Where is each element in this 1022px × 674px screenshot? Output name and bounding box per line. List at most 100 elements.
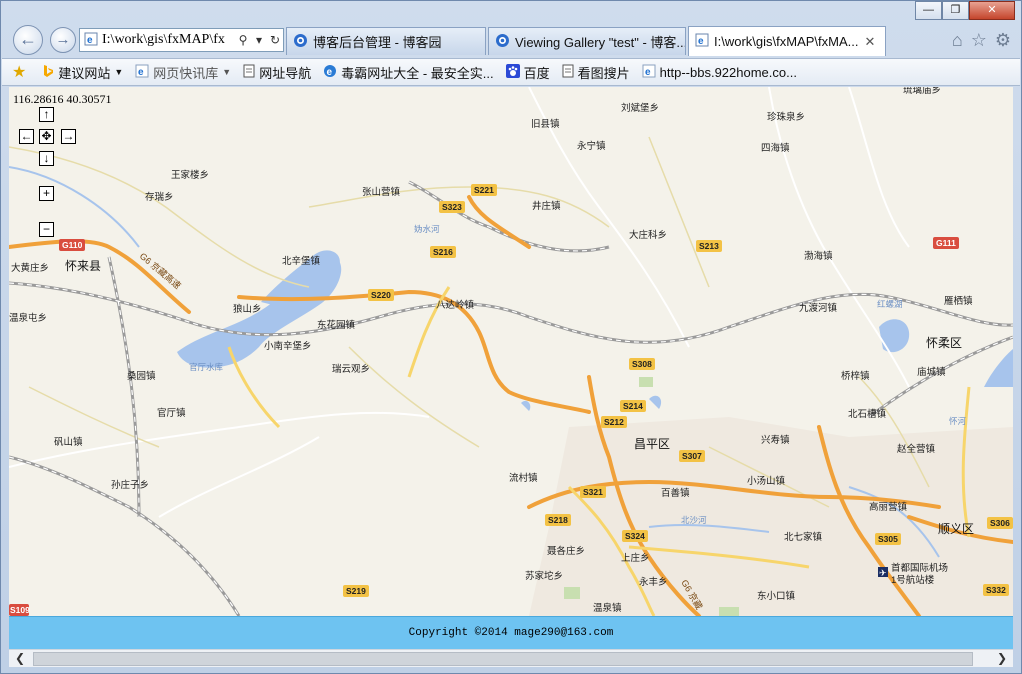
close-button[interactable]: ✕ <box>969 1 1015 20</box>
svg-text:庙城镇: 庙城镇 <box>917 366 946 378</box>
tab-label: I:\work\gis\fxMAP\fxMA... <box>714 34 859 49</box>
home-icon[interactable]: ⌂ <box>952 30 963 51</box>
search-icon[interactable]: ⚲ <box>235 33 251 47</box>
fav-url-nav[interactable]: 网址导航 <box>243 63 311 82</box>
svg-text:e: e <box>645 67 651 78</box>
fav-suggested-sites[interactable]: 建议网站 ▼ <box>42 63 123 82</box>
svg-text:东花园镇: 东花园镇 <box>317 319 356 331</box>
pan-left-button[interactable]: ← <box>19 129 34 144</box>
address-input[interactable]: I:\work\gis\fxMAP\fx <box>102 32 235 48</box>
svg-text:昌平区: 昌平区 <box>634 437 670 451</box>
ie-icon: e <box>323 64 337 81</box>
svg-text:桥梓镇: 桥梓镇 <box>841 370 870 382</box>
svg-text:e: e <box>698 36 704 47</box>
svg-text:G111: G111 <box>936 238 956 248</box>
horizontal-scrollbar[interactable]: ❮ ❯ <box>9 649 1013 667</box>
back-button[interactable]: ← <box>13 25 43 55</box>
fav-922home[interactable]: e http--bbs.922home.co... <box>642 64 797 81</box>
svg-text:S321: S321 <box>583 487 603 497</box>
address-bar[interactable]: e I:\work\gis\fxMAP\fx ⚲ ▾ ↻ <box>79 28 284 52</box>
svg-text:兴寿镇: 兴寿镇 <box>761 434 790 446</box>
svg-text:S213: S213 <box>699 241 719 251</box>
fav-duba-nav[interactable]: e 毒霸网址大全 - 最安全实... <box>323 63 494 82</box>
svg-text:东小口镇: 东小口镇 <box>757 590 796 602</box>
window-caption-buttons: — ❐ ✕ <box>915 1 1015 20</box>
svg-text:S332: S332 <box>986 585 1006 595</box>
svg-text:琉璃庙乡: 琉璃庙乡 <box>903 87 941 96</box>
tab-label: Viewing Gallery "test" - 博客... <box>515 35 686 50</box>
page-icon <box>243 64 255 81</box>
coordinate-readout: 116.28616 40.30571 <box>13 92 112 106</box>
navigation-bar: ← → e I:\work\gis\fxMAP\fx ⚲ ▾ ↻ 博客后台管理 … <box>1 23 1021 57</box>
chevron-down-icon[interactable]: ▼ <box>222 67 231 77</box>
pan-down-button[interactable]: ↓ <box>39 151 54 166</box>
favorites-bar: ★ 建议网站 ▼ e 网页快讯库 ▼ 网址导航 e 毒霸网址大全 - 最安全实.… <box>2 58 1020 86</box>
ie-page-icon: e <box>695 33 709 50</box>
fav-label: 百度 <box>523 65 550 81</box>
svg-text:G110: G110 <box>62 240 83 250</box>
svg-text:妫水河: 妫水河 <box>414 224 440 234</box>
svg-text:e: e <box>327 67 333 78</box>
tab-close-icon[interactable]: ✕ <box>864 34 875 50</box>
fav-label: 网址导航 <box>259 65 312 81</box>
svg-text:S214: S214 <box>623 401 643 411</box>
pan-center-button[interactable]: ✥ <box>39 129 54 144</box>
svg-text:赵全营镇: 赵全营镇 <box>897 443 936 455</box>
svg-text:顺义区: 顺义区 <box>938 522 974 536</box>
ie-icon: e <box>642 64 656 81</box>
forward-button[interactable]: → <box>50 27 76 53</box>
svg-text:狼山乡: 狼山乡 <box>233 303 262 315</box>
map-canvas[interactable]: 刘斌堡乡 琉璃庙乡 旧县镇 珍珠泉乡 永宁镇 四海镇 王家楼乡 张山营镇 存瑞乡… <box>9 87 1013 618</box>
svg-text:首都国际机场: 首都国际机场 <box>891 562 948 574</box>
fav-image-search[interactable]: 看图搜片 <box>562 63 630 82</box>
svg-text:矾山镇: 矾山镇 <box>54 436 83 448</box>
map-tiles: 刘斌堡乡 琉璃庙乡 旧县镇 珍珠泉乡 永宁镇 四海镇 王家楼乡 张山营镇 存瑞乡… <box>9 87 1013 618</box>
svg-text:聂各庄乡: 聂各庄乡 <box>547 545 585 557</box>
svg-text:北沙河: 北沙河 <box>681 515 707 525</box>
favorites-icon[interactable]: ☆ <box>971 30 987 51</box>
svg-text:S221: S221 <box>474 185 494 195</box>
svg-text:张山营镇: 张山营镇 <box>362 186 401 198</box>
tab-fxmap[interactable]: e I:\work\gis\fxMAP\fxMA... ✕ <box>688 26 886 56</box>
address-dropdown-icon[interactable]: ▾ <box>251 33 267 47</box>
svg-text:S212: S212 <box>604 417 624 427</box>
svg-text:存瑞乡: 存瑞乡 <box>145 191 174 203</box>
svg-text:大黄庄乡: 大黄庄乡 <box>11 262 49 274</box>
fav-web-slice-gallery[interactable]: e 网页快讯库 ▼ <box>135 63 231 82</box>
svg-text:孙庄子乡: 孙庄子乡 <box>111 479 149 491</box>
zoom-out-button[interactable]: − <box>39 222 54 237</box>
scroll-left-arrow[interactable]: ❮ <box>11 650 29 668</box>
minimize-button[interactable]: — <box>915 1 942 20</box>
svg-text:北辛堡镇: 北辛堡镇 <box>282 255 321 267</box>
svg-text:高丽营镇: 高丽营镇 <box>869 501 908 513</box>
page-footer: Copyright ©2014 mage290@163.com <box>9 616 1013 649</box>
restore-button[interactable]: ❐ <box>942 1 969 20</box>
ie-page-icon: e <box>84 32 98 49</box>
svg-text:刘斌堡乡: 刘斌堡乡 <box>621 102 659 114</box>
pan-right-button[interactable]: → <box>61 129 76 144</box>
refresh-icon[interactable]: ↻ <box>267 33 283 47</box>
svg-text:怀柔区: 怀柔区 <box>926 336 962 350</box>
scroll-right-arrow[interactable]: ❯ <box>993 650 1011 668</box>
pan-up-button[interactable]: ↑ <box>39 107 54 122</box>
svg-text:红螺湖: 红螺湖 <box>877 299 903 309</box>
tab-label: 博客后台管理 - 博客园 <box>313 35 442 50</box>
favorites-star-icon[interactable]: ★ <box>12 62 30 82</box>
tab-blog-admin[interactable]: 博客后台管理 - 博客园 <box>286 27 486 55</box>
page-icon <box>562 64 574 81</box>
settings-icon[interactable]: ⚙ <box>995 30 1011 51</box>
svg-text:S306: S306 <box>990 518 1010 528</box>
svg-text:永宁镇: 永宁镇 <box>577 140 606 152</box>
svg-text:官厅镇: 官厅镇 <box>157 407 186 419</box>
chevron-down-icon[interactable]: ▼ <box>114 67 123 77</box>
scrollbar-thumb[interactable] <box>33 652 973 666</box>
fav-baidu[interactable]: 百度 <box>505 63 550 82</box>
ie-page-icon: e <box>135 64 149 81</box>
baidu-paw-icon <box>505 63 520 81</box>
tab-viewing-gallery[interactable]: Viewing Gallery "test" - 博客... <box>488 27 686 55</box>
zoom-in-button[interactable]: + <box>39 186 54 201</box>
svg-text:小汤山镇: 小汤山镇 <box>747 475 786 487</box>
page-viewport: 刘斌堡乡 琉璃庙乡 旧县镇 珍珠泉乡 永宁镇 四海镇 王家楼乡 张山营镇 存瑞乡… <box>9 87 1013 649</box>
svg-text:大庄科乡: 大庄科乡 <box>629 229 667 241</box>
fav-label: 看图搜片 <box>577 65 630 81</box>
